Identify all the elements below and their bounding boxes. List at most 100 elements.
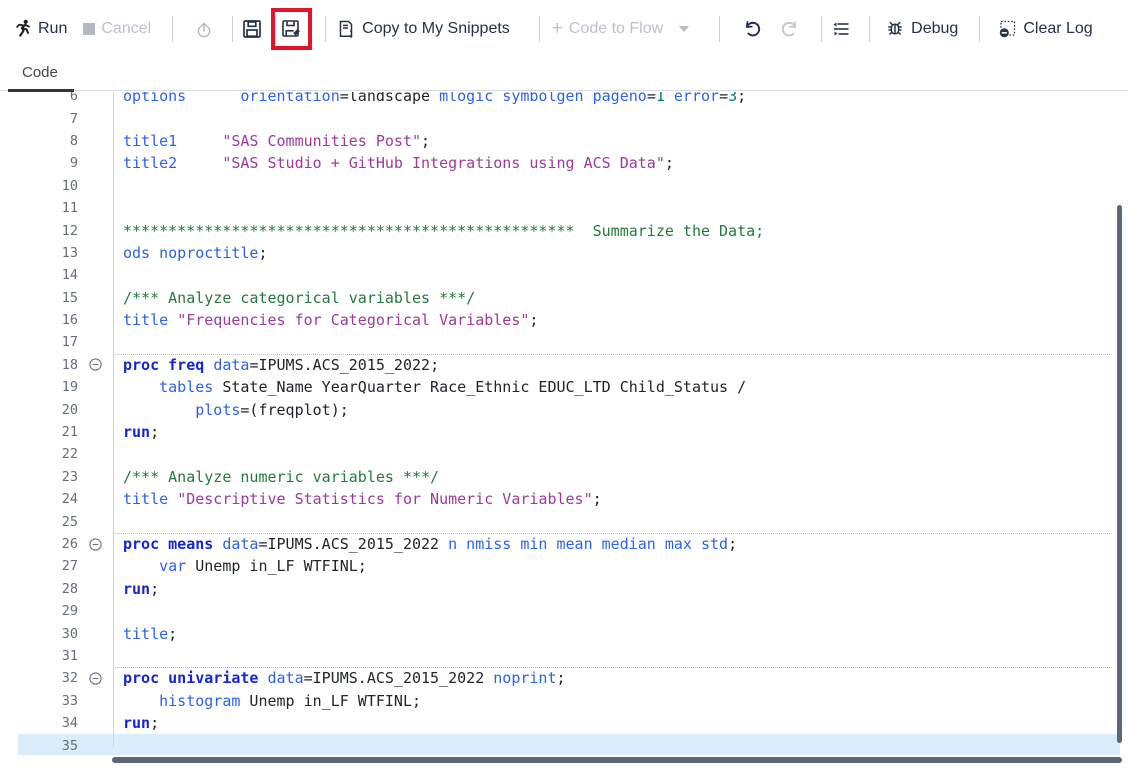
code-to-flow-button[interactable]: + Code to Flow — [552, 19, 689, 38]
run-label: Run — [38, 20, 67, 38]
code-line-30[interactable]: 30 title; — [18, 622, 1120, 644]
redo-button[interactable] — [780, 19, 800, 39]
line-number: 19 — [18, 379, 78, 395]
tab-code[interactable]: Code — [22, 64, 58, 81]
code-text: title "Descriptive Statistics for Numeri… — [113, 490, 602, 508]
code-text: proc means data=IPUMS.ACS_2015_2022 n nm… — [113, 535, 737, 553]
plus-icon: + — [552, 19, 563, 38]
debug-button[interactable]: Debug — [885, 19, 958, 39]
code-line-32[interactable]: 32 proc univariate data=IPUMS.ACS_2015_20… — [18, 667, 1120, 689]
svg-text:;: ; — [349, 25, 353, 39]
code-line-11[interactable]: 11 — [18, 197, 1120, 219]
copy-to-my-snippets-button[interactable]: ; Copy to My Snippets — [337, 19, 510, 39]
code-line-7[interactable]: 7 — [18, 107, 1120, 129]
vertical-scrollbar[interactable] — [1117, 205, 1122, 743]
toolbar-separator — [979, 16, 980, 42]
code-line-31[interactable]: 31 — [18, 645, 1120, 667]
snippet-document-icon: ; — [337, 19, 356, 39]
code-line-18[interactable]: 18 proc freq data=IPUMS.ACS_2015_2022; — [18, 354, 1120, 376]
line-number: 28 — [18, 581, 78, 597]
code-line-17[interactable]: 17 — [18, 331, 1120, 353]
line-number: 9 — [18, 155, 78, 171]
line-number: 17 — [18, 334, 78, 350]
code-line-12[interactable]: 12 **************************************… — [18, 219, 1120, 241]
toolbar-separator — [325, 16, 326, 42]
code-line-25[interactable]: 25 — [18, 510, 1120, 532]
gutter-divider — [113, 92, 114, 747]
code-line-15[interactable]: 15/*** Analyze categorical variables ***… — [18, 287, 1120, 309]
undo-icon — [742, 19, 762, 39]
toolbar-separator — [869, 16, 870, 42]
code-line-27[interactable]: 27 var Unemp in_LF WTFINL; — [18, 555, 1120, 577]
code-line-23[interactable]: 23/*** Analyze numeric variables ***/ — [18, 466, 1120, 488]
line-number: 32 — [18, 670, 78, 686]
horizontal-scrollbar[interactable] — [112, 757, 1122, 763]
code-line-24[interactable]: 24title "Descriptive Statistics for Nume… — [18, 488, 1120, 510]
code-line-8[interactable]: 8title1 "SAS Communities Post"; — [18, 130, 1120, 152]
code-line-29[interactable]: 29 — [18, 600, 1120, 622]
toolbar-separator — [719, 16, 720, 42]
run-button[interactable]: Run — [14, 19, 67, 38]
line-number: 31 — [18, 648, 78, 664]
code-line-10[interactable]: 10 — [18, 175, 1120, 197]
clear-log-label: Clear Log — [1023, 20, 1092, 38]
bug-icon — [885, 19, 905, 39]
code-line-33[interactable]: 33 histogram Unemp in_LF WTFINL; — [18, 690, 1120, 712]
line-number: 12 — [18, 223, 78, 239]
line-number: 16 — [18, 312, 78, 328]
format-code-button[interactable] — [831, 20, 851, 38]
fold-collapse-icon[interactable] — [78, 538, 113, 551]
code-line-9[interactable]: 9 title2 "SAS Studio + GitHub Integration… — [18, 152, 1120, 174]
line-number: 18 — [18, 357, 78, 373]
debug-label: Debug — [911, 20, 958, 38]
line-number: 27 — [18, 558, 78, 574]
undo-button[interactable] — [742, 19, 762, 39]
code-text: title2 "SAS Studio + GitHub Integrations… — [113, 154, 674, 172]
code-text: title "Frequencies for Categorical Varia… — [113, 311, 538, 329]
code-line-22[interactable]: 22 — [18, 443, 1120, 465]
save-as-icon — [281, 19, 303, 39]
line-number: 29 — [18, 603, 78, 619]
code-line-26[interactable]: 26 proc means data=IPUMS.ACS_2015_2022 n … — [18, 533, 1120, 555]
code-line-14[interactable]: 14 — [18, 264, 1120, 286]
code-line-28[interactable]: 28run; — [18, 578, 1120, 600]
code-editor[interactable]: 6options orientation=landscape mlogic sy… — [18, 92, 1120, 755]
code-line-16[interactable]: 16 title "Frequencies for Categorical Var… — [18, 309, 1120, 331]
code-text: /*** Analyze categorical variables ***/ — [113, 289, 475, 307]
code-text: run; — [113, 423, 159, 441]
code-line-19[interactable]: 19 tables State_Name YearQuarter Race_Et… — [18, 376, 1120, 398]
cancel-icon — [83, 23, 95, 35]
cancel-button[interactable]: Cancel — [83, 20, 151, 38]
save-as-button[interactable] — [281, 19, 303, 39]
code-text: tables State_Name YearQuarter Race_Ethni… — [113, 378, 746, 396]
code-text: title1 "SAS Communities Post"; — [113, 132, 430, 150]
code-line-20[interactable]: 20 plots=(freqplot); — [18, 398, 1120, 420]
code-text: /*** Analyze numeric variables ***/ — [113, 468, 439, 486]
code-text: title; — [113, 625, 177, 643]
code-line-6[interactable]: 6options orientation=landscape mlogic sy… — [18, 92, 1120, 107]
submission-history-button[interactable] — [194, 19, 214, 39]
code-line-34[interactable]: 34run; — [18, 712, 1120, 734]
line-number: 26 — [18, 536, 78, 552]
annotation-red-box — [271, 8, 312, 50]
line-number: 33 — [18, 693, 78, 709]
toolbar-separator — [232, 16, 233, 42]
copy-to-my-snippets-label: Copy to My Snippets — [362, 20, 510, 38]
save-button[interactable] — [242, 19, 262, 39]
code-text: var Unemp in_LF WTFINL; — [113, 557, 367, 575]
code-text: run; — [113, 714, 159, 732]
code-line-13[interactable]: 13ods noproctitle; — [18, 242, 1120, 264]
line-number: 30 — [18, 626, 78, 642]
clear-log-button[interactable]: Clear Log — [997, 19, 1092, 39]
code-line-35[interactable]: 35 — [18, 734, 1120, 755]
run-icon — [14, 19, 32, 38]
line-number: 25 — [18, 514, 78, 530]
code-line-21[interactable]: 21run; — [18, 421, 1120, 443]
code-text: ****************************************… — [113, 222, 764, 240]
code-text: proc freq data=IPUMS.ACS_2015_2022; — [113, 356, 439, 374]
code-text: proc univariate data=IPUMS.ACS_2015_2022… — [113, 669, 566, 687]
fold-collapse-icon[interactable] — [78, 358, 113, 371]
code-text: plots=(freqplot); — [113, 401, 349, 419]
line-number: 22 — [18, 446, 78, 462]
fold-collapse-icon[interactable] — [78, 672, 113, 685]
